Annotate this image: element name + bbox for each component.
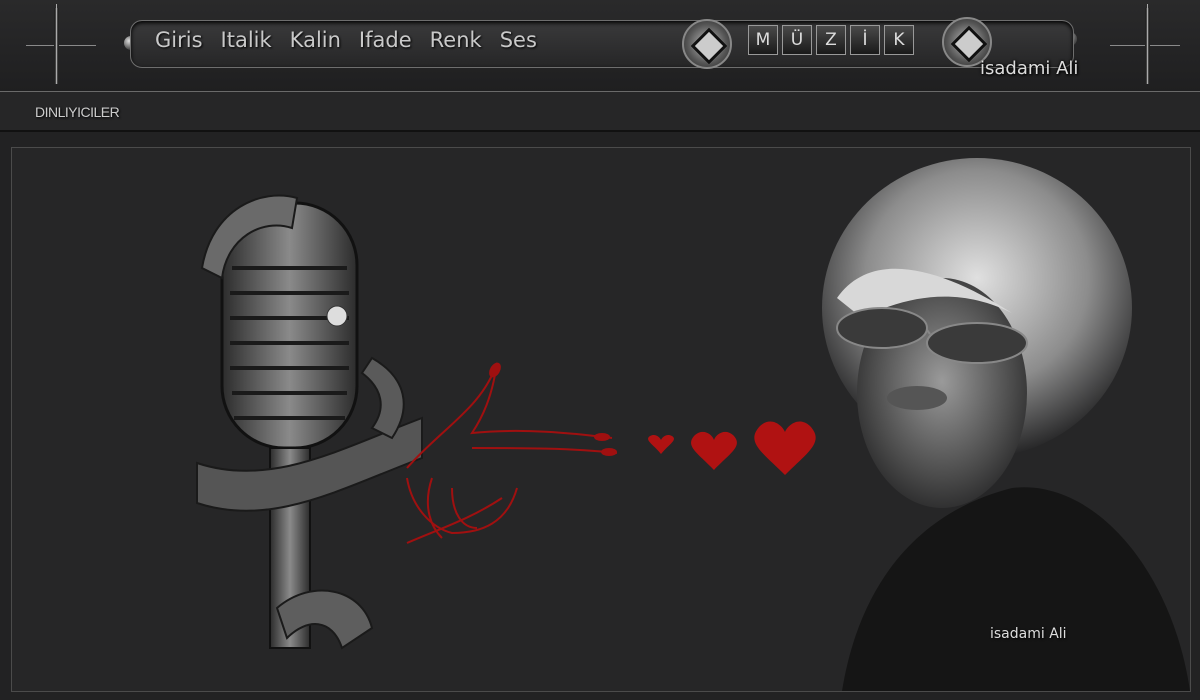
listeners-bar: [0, 92, 1200, 132]
heart-small-icon: [648, 434, 674, 454]
woman-portrait: [822, 158, 1190, 691]
music-letter-buttons: M Ü Z İ K: [748, 25, 914, 55]
nail-mark: [489, 362, 501, 378]
nav-item-giris[interactable]: Giris: [155, 28, 203, 52]
music-letter-k[interactable]: K: [884, 25, 914, 55]
heart-large-icon: [754, 421, 816, 475]
music-letter-m[interactable]: M: [748, 25, 778, 55]
listeners-label[interactable]: DINLIYICILER: [35, 104, 120, 120]
nav-item-renk[interactable]: Renk: [430, 28, 482, 52]
nav-item-italik[interactable]: Italik: [221, 28, 272, 52]
hand-illustration: [406, 362, 618, 544]
nav-item-ifade[interactable]: Ifade: [359, 28, 412, 52]
left-cross-ornament: [26, 4, 96, 84]
nav-item-ses[interactable]: Ses: [500, 28, 537, 52]
header-signature: isadami Ali: [980, 58, 1079, 79]
heart-medium-icon: [691, 431, 737, 470]
music-letter-u[interactable]: Ü: [782, 25, 812, 55]
nav-menu: Giris Italik Kalin Ifade Renk Ses: [155, 28, 555, 52]
main-artwork-panel: isadami Ali: [11, 147, 1191, 692]
nail-mark: [594, 433, 610, 441]
right-cross-ornament: [1110, 4, 1180, 84]
artwork-signature: isadami Ali: [990, 626, 1067, 642]
left-diamond-icon: [682, 19, 732, 69]
nail-mark: [601, 448, 617, 456]
microphone-icon: [196, 194, 423, 650]
music-letter-z[interactable]: Z: [816, 25, 846, 55]
nav-item-kalin[interactable]: Kalin: [290, 28, 341, 52]
artwork-illustration: [196, 158, 1190, 691]
music-letter-i[interactable]: İ: [850, 25, 880, 55]
